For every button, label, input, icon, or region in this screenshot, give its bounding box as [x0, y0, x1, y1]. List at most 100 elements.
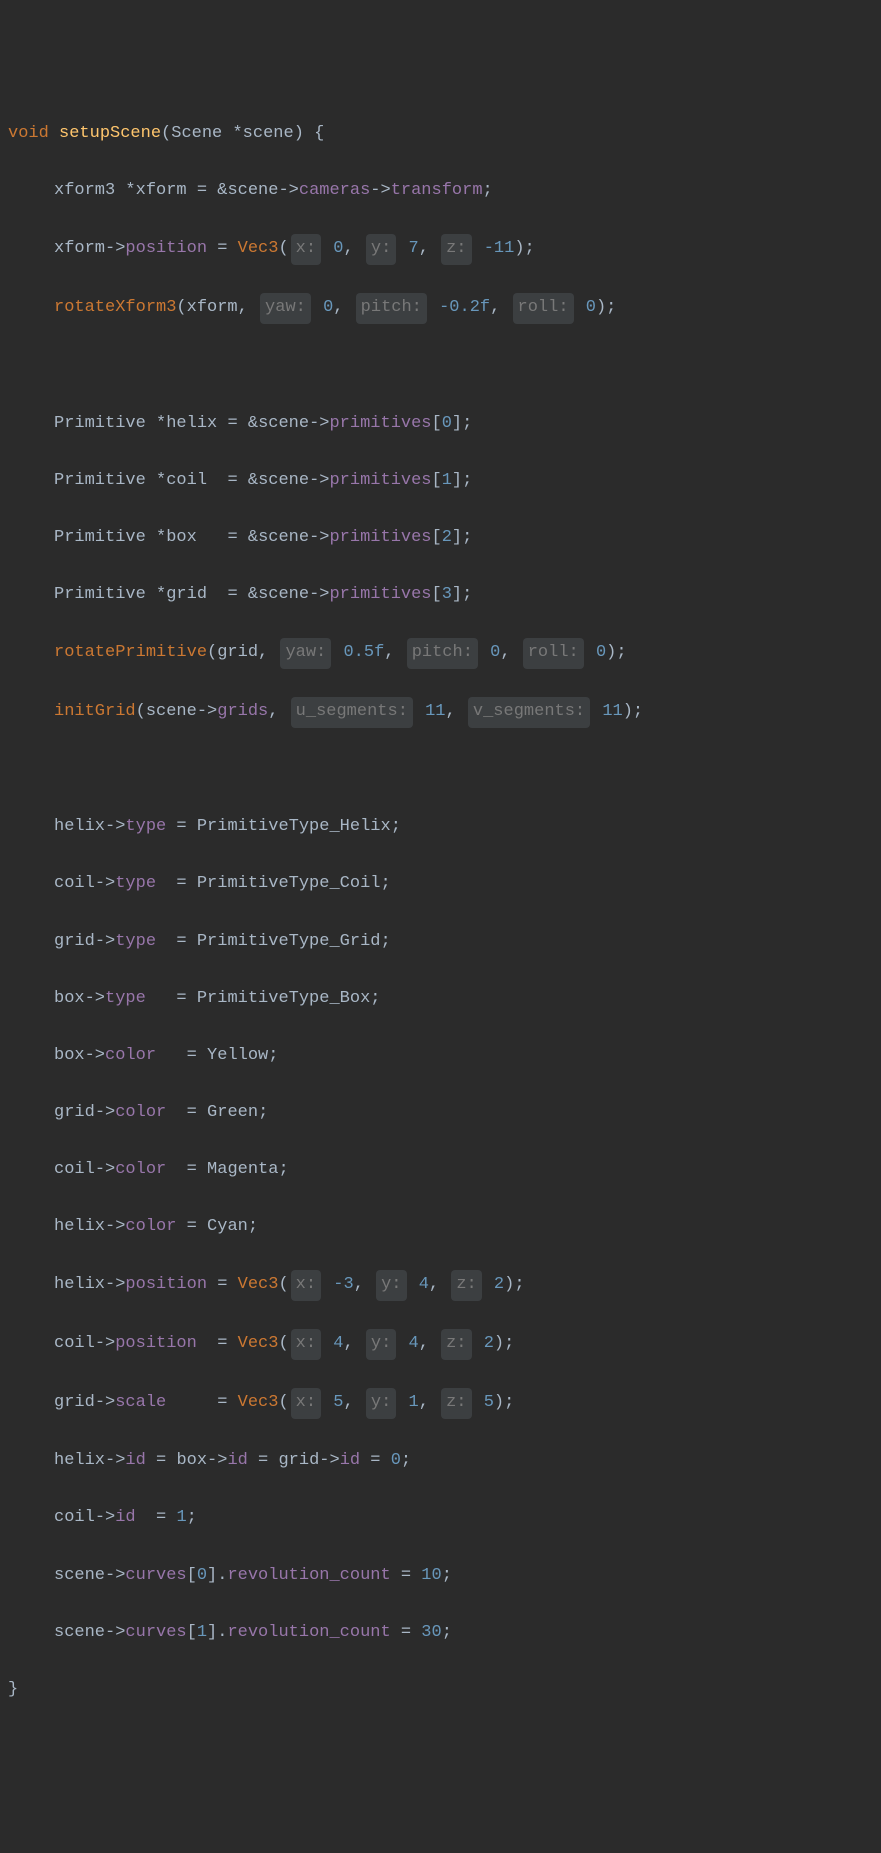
- ctor-call: Vec3: [238, 1393, 279, 1412]
- var-name: helix: [166, 414, 217, 433]
- member-ref: curves: [125, 1566, 186, 1585]
- member-ref: id: [340, 1451, 360, 1470]
- code-line: Primitive *grid = &scene->primitives[3];: [8, 581, 873, 610]
- var-ref: scene: [258, 414, 309, 433]
- member-ref: color: [125, 1217, 176, 1236]
- code-line: helix->position = Vec3(x: -3, y: 4, z: 2…: [8, 1270, 873, 1301]
- number-literal: 0: [596, 643, 606, 662]
- var-ref: helix: [54, 1217, 105, 1236]
- var-name: box: [166, 528, 197, 547]
- number-literal: 11: [602, 702, 622, 721]
- member-ref: type: [105, 989, 146, 1008]
- member-ref: type: [115, 932, 156, 951]
- var-ref: grid: [217, 643, 258, 662]
- number-literal: -11: [484, 239, 515, 258]
- param-hint: v_segments:: [468, 697, 590, 728]
- number-literal: 0: [323, 298, 333, 317]
- blank-line: [8, 353, 873, 382]
- var-ref: scene: [258, 471, 309, 490]
- var-ref: box: [54, 1046, 85, 1065]
- var-ref: helix: [54, 1451, 105, 1470]
- member-ref: primitives: [329, 471, 431, 490]
- member-ref: type: [125, 817, 166, 836]
- var-ref: grid: [278, 1451, 319, 1470]
- code-editor[interactable]: void setupScene(Scene *scene) { xform3 *…: [8, 120, 873, 1704]
- member-ref: id: [227, 1451, 247, 1470]
- type-name: Primitive: [54, 471, 146, 490]
- code-line: rotatePrimitive(grid, yaw: 0.5f, pitch: …: [8, 638, 873, 669]
- code-line: initGrid(scene->grids, u_segments: 11, v…: [8, 697, 873, 728]
- param-hint: yaw:: [280, 638, 331, 669]
- code-line: xform->position = Vec3(x: 0, y: 7, z: -1…: [8, 234, 873, 265]
- member-ref: primitives: [329, 528, 431, 547]
- member-ref: color: [115, 1160, 166, 1179]
- enum-value: PrimitiveType_Box: [197, 989, 370, 1008]
- enum-value: Yellow: [207, 1046, 268, 1065]
- param-hint: yaw:: [260, 293, 311, 324]
- code-line: grid->color = Green;: [8, 1099, 873, 1128]
- type-name: xform3: [54, 181, 115, 200]
- member-ref: type: [115, 874, 156, 893]
- function-call: initGrid: [54, 702, 136, 721]
- number-literal: 30: [421, 1623, 441, 1642]
- member-ref: position: [125, 239, 207, 258]
- member-ref: cameras: [299, 181, 370, 200]
- var-name: xform: [136, 181, 187, 200]
- member-ref: transform: [391, 181, 483, 200]
- number-literal: 1: [176, 1508, 186, 1527]
- type-name: Primitive: [54, 528, 146, 547]
- code-line: coil->position = Vec3(x: 4, y: 4, z: 2);: [8, 1329, 873, 1360]
- param-hint: u_segments:: [291, 697, 413, 728]
- param-hint: pitch:: [356, 293, 427, 324]
- number-literal: 10: [421, 1566, 441, 1585]
- function-call: rotatePrimitive: [54, 643, 207, 662]
- var-ref: grid: [54, 1103, 95, 1122]
- param-name: scene: [243, 124, 294, 143]
- enum-value: Cyan: [207, 1217, 248, 1236]
- var-ref: scene: [227, 181, 278, 200]
- keyword-void: void: [8, 124, 49, 143]
- param-hint: z:: [441, 1388, 471, 1419]
- var-ref: coil: [54, 1334, 95, 1353]
- code-line: Primitive *coil = &scene->primitives[1];: [8, 467, 873, 496]
- number-literal: 0: [391, 1451, 401, 1470]
- number-literal: 1: [409, 1393, 419, 1412]
- member-ref: primitives: [329, 414, 431, 433]
- member-ref: revolution_count: [227, 1623, 390, 1642]
- number-literal: 1: [442, 471, 452, 490]
- member-ref: curves: [125, 1623, 186, 1642]
- param-hint: z:: [441, 234, 471, 265]
- var-ref: scene: [146, 702, 197, 721]
- member-ref: color: [105, 1046, 156, 1065]
- code-line: rotateXform3(xform, yaw: 0, pitch: -0.2f…: [8, 293, 873, 324]
- number-literal: 0: [442, 414, 452, 433]
- blank-line: [8, 756, 873, 785]
- number-literal: 5: [484, 1393, 494, 1412]
- number-literal: 0: [586, 298, 596, 317]
- param-hint: y:: [366, 1388, 396, 1419]
- var-ref: coil: [54, 1160, 95, 1179]
- code-line: scene->curves[1].revolution_count = 30;: [8, 1619, 873, 1648]
- number-literal: 7: [409, 239, 419, 258]
- param-hint: y:: [366, 234, 396, 265]
- number-literal: -3: [333, 1275, 353, 1294]
- var-ref: coil: [54, 1508, 95, 1527]
- number-literal: 2: [442, 528, 452, 547]
- var-ref: helix: [54, 1275, 105, 1294]
- type-name: Primitive: [54, 585, 146, 604]
- enum-value: PrimitiveType_Grid: [197, 932, 381, 951]
- param-hint: roll:: [513, 293, 574, 324]
- param-hint: z:: [441, 1329, 471, 1360]
- code-line: coil->color = Magenta;: [8, 1156, 873, 1185]
- param-hint: z:: [451, 1270, 481, 1301]
- param-hint: y:: [376, 1270, 406, 1301]
- number-literal: 2: [494, 1275, 504, 1294]
- code-line: Primitive *box = &scene->primitives[2];: [8, 524, 873, 553]
- number-literal: 11: [425, 702, 445, 721]
- param-hint: x:: [291, 1329, 321, 1360]
- var-ref: scene: [54, 1623, 105, 1642]
- var-ref: grid: [54, 1393, 95, 1412]
- member-ref: id: [125, 1451, 145, 1470]
- var-ref: helix: [54, 817, 105, 836]
- number-literal: 0: [333, 239, 343, 258]
